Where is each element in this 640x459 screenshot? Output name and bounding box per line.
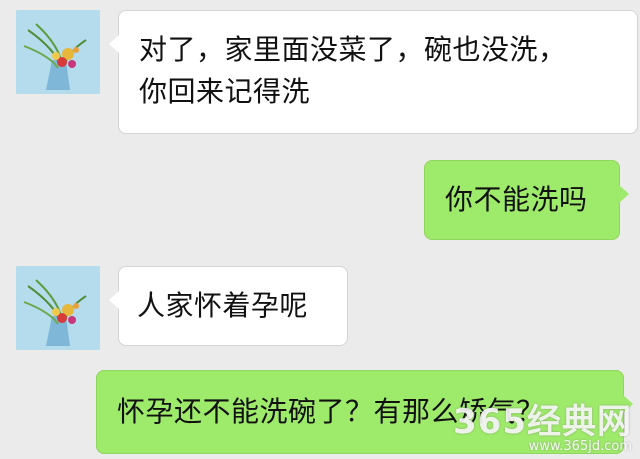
message-text-line: 对了，家里面没菜了，碗也没洗， xyxy=(139,33,567,66)
message-bubble-incoming[interactable]: 对了，家里面没菜了，碗也没洗， 你回来记得洗 xyxy=(109,10,638,134)
message-bubble-outgoing[interactable]: 怀孕还不能洗碗了？有那么矫气？ xyxy=(96,370,633,454)
flower-bouquet-icon xyxy=(16,10,100,94)
contact-avatar[interactable] xyxy=(16,10,100,94)
message-text: 怀孕还不能洗碗了？有那么矫气？ xyxy=(117,395,545,428)
message-bubble-incoming[interactable]: 人家怀着孕呢 xyxy=(109,266,348,346)
message-text-line: 你回来记得洗 xyxy=(139,75,311,108)
message-bubble-outgoing[interactable]: 你不能洗吗 xyxy=(424,160,629,240)
flower-bouquet-icon xyxy=(16,266,100,350)
contact-avatar[interactable] xyxy=(16,266,100,350)
message-text: 人家怀着孕呢 xyxy=(137,289,309,322)
chat-window: 对了，家里面没菜了，碗也没洗， 你回来记得洗 你不能洗吗 人家怀着孕呢 怀孕还不… xyxy=(0,0,640,459)
message-text: 你不能洗吗 xyxy=(445,183,588,216)
